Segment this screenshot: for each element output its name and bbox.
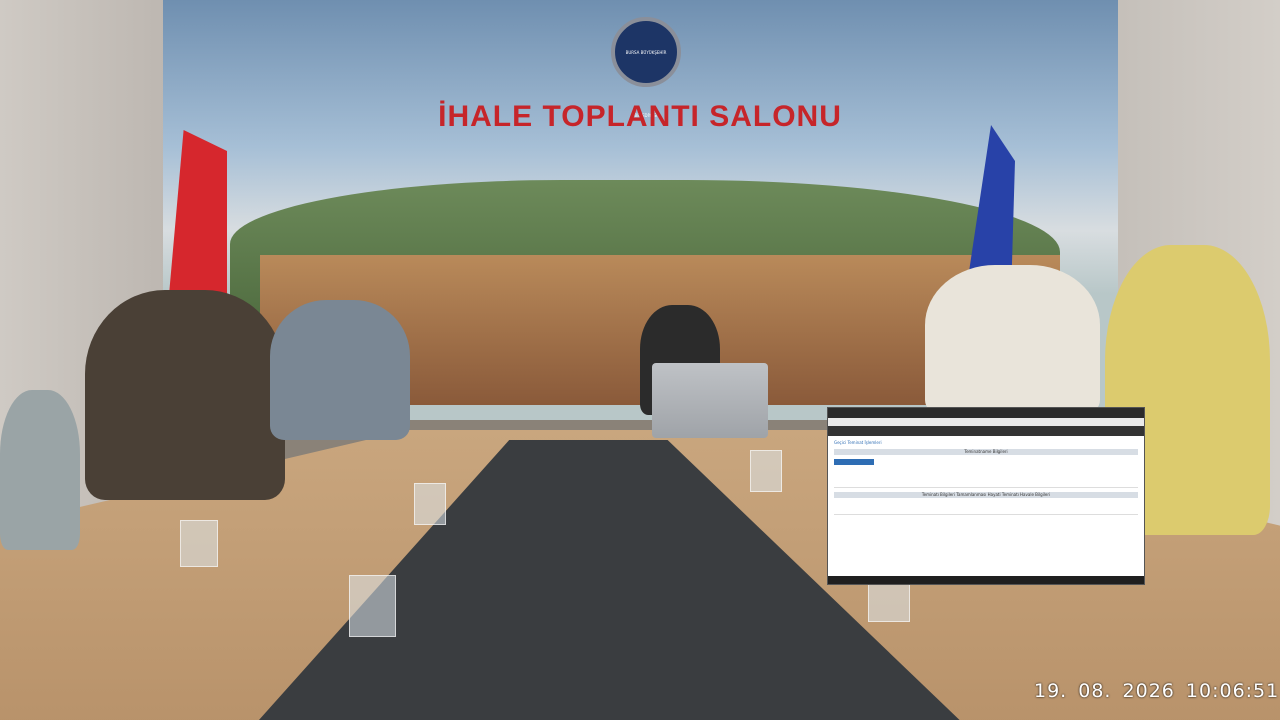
water-glass <box>180 520 218 567</box>
site-header <box>828 426 1144 436</box>
water-glass <box>349 575 396 637</box>
inset-button <box>834 459 874 465</box>
shared-screen-inset: Geçici Teminat İşlemleri Teminatname Bil… <box>827 407 1145 585</box>
water-glass <box>414 483 446 525</box>
site-content: Geçici Teminat İşlemleri Teminatname Bil… <box>828 436 1144 519</box>
municipality-logo: BURSA BÜYÜKŞEHİR BELEDİYESİ <box>611 17 681 118</box>
person-left-edge <box>0 390 80 550</box>
inset-table <box>834 502 1138 515</box>
inset-section-bar: Teminatname Bilgileri <box>834 449 1138 455</box>
windows-taskbar <box>828 576 1144 584</box>
inset-table <box>834 469 1138 488</box>
meeting-room-photo: BURSA BÜYÜKŞEHİR BELEDİYESİ İHALE TOPLAN… <box>0 0 1280 720</box>
water-glass <box>868 580 910 622</box>
person-white-shirt <box>925 265 1100 415</box>
water-glass <box>750 450 782 492</box>
browser-tab-bar <box>828 408 1144 418</box>
inset-section-bar: Teminatı Bilgileri Tamamlanması Hayati T… <box>834 492 1138 498</box>
person-grey-shirt <box>85 290 285 500</box>
browser-address-bar <box>828 418 1144 426</box>
wall-sign: İHALE TOPLANTI SALONU <box>438 100 842 133</box>
inset-heading: Geçici Teminat İşlemleri <box>834 440 882 445</box>
person-suit <box>270 300 410 440</box>
video-timestamp: 19. 08. 2026 10:06:51 <box>1034 680 1280 702</box>
laptop <box>652 363 768 438</box>
